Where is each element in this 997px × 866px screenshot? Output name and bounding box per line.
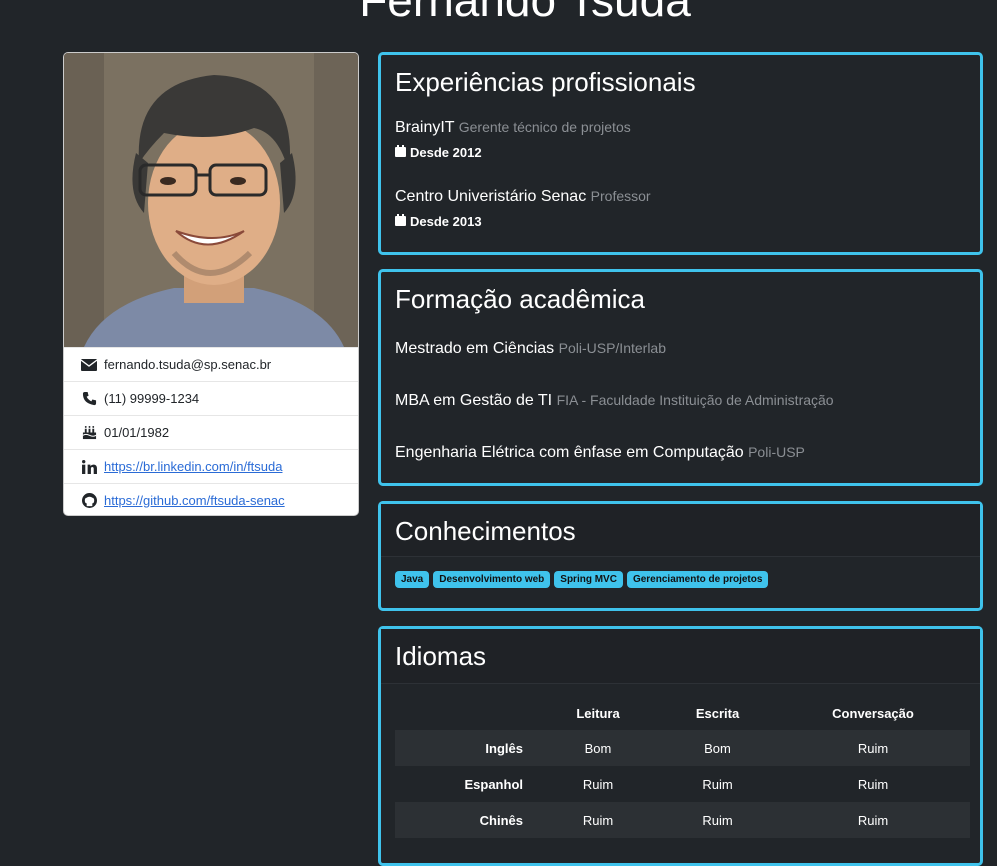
experience-item: Centro Univeristário Senac Professor Des… <box>381 188 980 229</box>
experience-since: Desde 2012 <box>410 145 482 160</box>
experience-role: Professor <box>590 188 651 204</box>
skills-header: Conhecimentos <box>381 504 980 557</box>
table-row: Inglês Bom Bom Ruim <box>395 730 970 766</box>
language-level: Ruim <box>776 802 970 838</box>
profile-photo <box>64 53 358 347</box>
contact-email: fernando.tsuda@sp.senac.br <box>64 347 358 381</box>
languages-table: Leitura Escrita Conversação Inglês Bom B… <box>395 696 970 838</box>
envelope-icon <box>80 357 98 373</box>
table-header: Conversação <box>832 705 914 721</box>
languages-card: Idiomas Leitura Escrita Conversação Ingl… <box>378 626 983 866</box>
education-school: Poli-USP/Interlab <box>558 340 667 356</box>
skill-badge: Gerenciamento de projetos <box>626 571 769 588</box>
language-level: Ruim <box>702 776 733 792</box>
education-item: Mestrado em Ciências Poli-USP/Interlab <box>381 340 980 358</box>
experience-date: Desde 2013 <box>395 214 966 229</box>
birthday-text: 01/01/1982 <box>104 425 170 440</box>
table-row: Espanhol Ruim Ruim Ruim <box>395 766 970 802</box>
skill-badge: Spring MVC <box>554 571 623 588</box>
contact-birthday: 01/01/1982 <box>64 415 358 449</box>
education-item: Engenharia Elétrica com ênfase em Comput… <box>381 444 980 462</box>
language-level: Bom <box>659 730 776 766</box>
profile-card: fernando.tsuda@sp.senac.br (11) 99999-12… <box>63 52 359 516</box>
language-name: Chinês <box>395 802 537 838</box>
contact-phone: (11) 99999-1234 <box>64 381 358 415</box>
experience-item: BrainyIT Gerente técnico de projetos Des… <box>381 119 980 160</box>
language-level: Ruim <box>582 776 614 792</box>
language-name: Inglês <box>395 730 537 766</box>
phone-icon <box>80 391 98 407</box>
experience-company: BrainyIT <box>395 119 455 136</box>
page-title: Fernando Tsuda <box>359 0 691 26</box>
experience-title: Experiências profissionais <box>395 67 696 97</box>
table-row: Chinês Ruim Ruim Ruim <box>395 802 970 838</box>
language-name: Espanhol <box>464 776 523 792</box>
skills-card: Conhecimentos Java Desenvolvimento web S… <box>378 501 983 611</box>
education-item: MBA em Gestão de TI FIA - Faculdade Inst… <box>381 392 980 410</box>
skills-badges: Java Desenvolvimento web Spring MVC Gere… <box>381 557 980 602</box>
experience-card: Experiências profissionais BrainyIT Gere… <box>378 52 983 255</box>
linkedin-icon <box>80 459 98 475</box>
education-school: Poli-USP <box>748 444 805 460</box>
education-course: Engenharia Elétrica com ênfase em Comput… <box>395 444 744 461</box>
skill-badge: Java <box>395 571 430 588</box>
education-card: Formação acadêmica Mestrado em Ciências … <box>378 269 983 486</box>
education-title: Formação acadêmica <box>395 284 645 314</box>
phone-text: (11) 99999-1234 <box>104 391 200 406</box>
github-icon <box>80 493 98 509</box>
language-level: Ruim <box>659 802 776 838</box>
contact-github: https://github.com/ftsuda-senac <box>64 483 358 515</box>
table-header: Leitura <box>576 705 620 721</box>
experience-role: Gerente técnico de projetos <box>458 119 631 135</box>
experience-date: Desde 2012 <box>395 145 966 160</box>
skill-badge: Desenvolvimento web <box>433 571 551 588</box>
linkedin-link[interactable]: https://br.linkedin.com/in/ftsuda <box>104 459 282 474</box>
experience-since: Desde 2013 <box>410 214 482 229</box>
language-level: Bom <box>537 730 659 766</box>
table-header: Escrita <box>695 705 740 721</box>
calendar-icon <box>395 145 406 160</box>
languages-title: Idiomas <box>395 641 487 671</box>
language-level: Ruim <box>857 776 889 792</box>
experience-company: Centro Univeristário Senac <box>395 188 587 205</box>
contact-list: fernando.tsuda@sp.senac.br (11) 99999-12… <box>64 347 358 515</box>
table-header-empty <box>395 696 537 730</box>
languages-header: Idiomas <box>381 629 980 684</box>
education-course: MBA em Gestão de TI <box>395 392 553 409</box>
skills-title: Conhecimentos <box>395 516 576 546</box>
language-level: Ruim <box>537 802 659 838</box>
education-school: FIA - Faculdade Instituição de Administr… <box>556 392 834 408</box>
education-course: Mestrado em Ciências <box>395 340 555 357</box>
contact-linkedin: https://br.linkedin.com/in/ftsuda <box>64 449 358 483</box>
language-level: Ruim <box>776 730 970 766</box>
github-link[interactable]: https://github.com/ftsuda-senac <box>104 493 285 508</box>
email-text: fernando.tsuda@sp.senac.br <box>104 357 272 372</box>
birthday-cake-icon <box>80 425 98 441</box>
calendar-icon <box>395 214 406 229</box>
